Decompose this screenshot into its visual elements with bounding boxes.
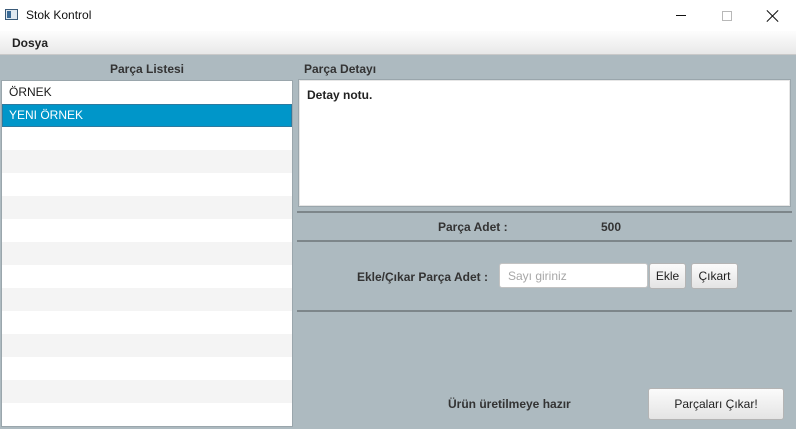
menu-item-dosya[interactable]: Dosya <box>12 36 48 50</box>
menu-bar: Dosya <box>0 31 796 55</box>
minimize-button[interactable] <box>658 0 704 31</box>
add-button[interactable]: Ekle <box>649 263 686 289</box>
remove-button[interactable]: Çıkart <box>691 263 738 289</box>
list-empty-row <box>2 426 292 427</box>
close-button[interactable] <box>750 0 796 31</box>
produce-parts-button[interactable]: Parçaları Çıkar! <box>648 388 784 420</box>
separator <box>297 310 792 312</box>
part-detail-title: Parça Detayı <box>304 62 377 76</box>
app-window-icon <box>5 9 18 20</box>
list-empty-row <box>2 357 292 380</box>
part-count-value: 500 <box>601 220 622 234</box>
list-empty-row <box>2 403 292 426</box>
list-empty-row <box>2 242 292 265</box>
list-empty-row <box>2 288 292 311</box>
main-panel: Parça Listesi ÖRNEK YENI ÖRNEK Parça Det… <box>0 55 796 429</box>
part-count-label: Parça Adet : <box>438 220 508 234</box>
maximize-icon <box>722 10 732 21</box>
quantity-input[interactable] <box>499 263 648 288</box>
maximize-button[interactable] <box>704 0 750 31</box>
list-empty-row <box>2 265 292 288</box>
separator <box>297 211 792 213</box>
list-empty-row <box>2 219 292 242</box>
minimize-icon <box>676 15 686 16</box>
list-item[interactable]: ÖRNEK <box>2 81 292 104</box>
list-item-selected[interactable]: YENI ÖRNEK <box>2 104 292 127</box>
list-empty-row <box>2 127 292 150</box>
separator <box>297 240 792 242</box>
add-remove-label: Ekle/Çıkar Parça Adet : <box>357 270 488 284</box>
list-empty-row <box>2 196 292 219</box>
parts-list-title: Parça Listesi <box>109 62 185 76</box>
list-empty-row <box>2 380 292 403</box>
title-bar[interactable]: Stok Kontrol <box>0 0 796 31</box>
part-detail-textarea[interactable]: Detay notu. <box>298 79 791 207</box>
list-empty-row <box>2 173 292 196</box>
window-title: Stok Kontrol <box>26 8 92 22</box>
parts-list[interactable]: ÖRNEK YENI ÖRNEK <box>1 80 293 427</box>
list-empty-row <box>2 334 292 357</box>
close-icon <box>767 10 779 22</box>
list-empty-row <box>2 311 292 334</box>
list-empty-row <box>2 150 292 173</box>
status-text: Ürün üretilmeye hazır <box>448 397 571 411</box>
